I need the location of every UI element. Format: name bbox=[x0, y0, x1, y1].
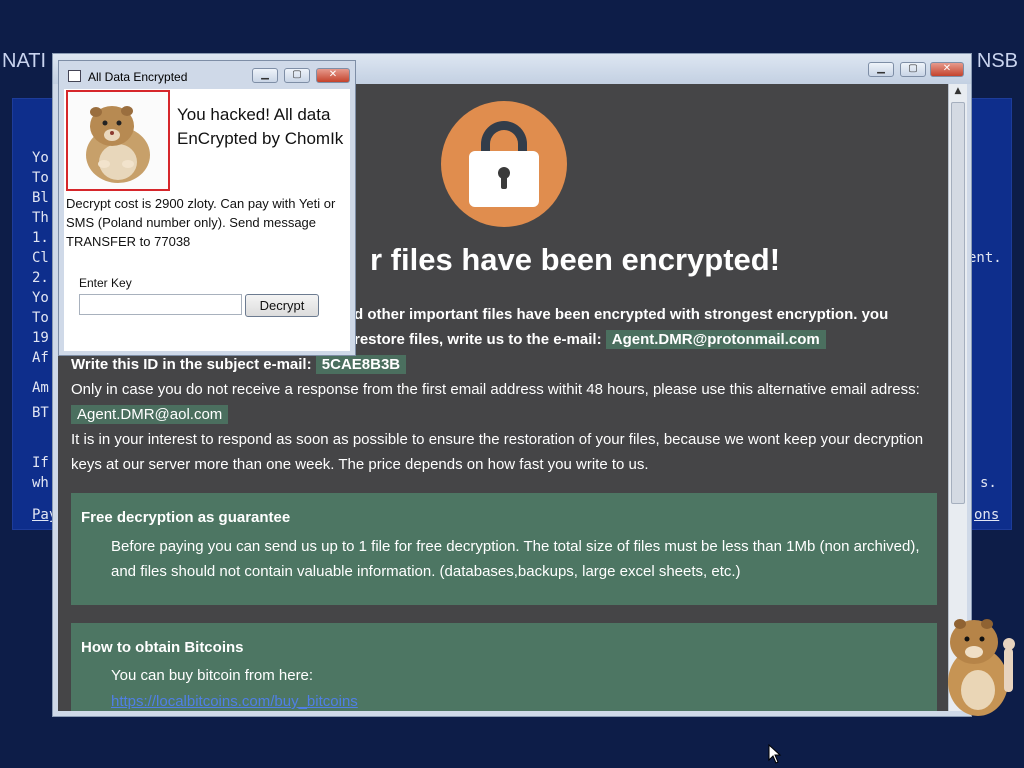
background-title-left: NATI bbox=[2, 50, 47, 72]
dialog-minimize-button[interactable]: ▁ bbox=[252, 68, 278, 83]
dialog-title: All Data Encrypted bbox=[88, 70, 188, 84]
close-button[interactable]: ✕ bbox=[930, 62, 964, 77]
hamster-mascot-image bbox=[940, 612, 1024, 726]
decrypt-button[interactable]: Decrypt bbox=[245, 294, 319, 317]
console-line: Bl bbox=[32, 190, 49, 206]
console-line: wh bbox=[32, 475, 49, 491]
guarantee-title: Free decryption as guarantee bbox=[81, 509, 291, 526]
console-line: 2. bbox=[32, 270, 49, 286]
dialog-close-button[interactable]: ✕ bbox=[316, 68, 350, 83]
scroll-up-arrow-icon[interactable]: ▲ bbox=[951, 86, 965, 100]
intro-line-1: d other important files have been encryp… bbox=[354, 306, 889, 323]
mouse-cursor-icon bbox=[768, 743, 782, 768]
console-line: Yo bbox=[32, 290, 49, 306]
bitcoin-panel: How to obtain Bitcoins You can buy bitco… bbox=[71, 623, 937, 711]
guarantee-text-1: Before paying you can send us up to 1 fi… bbox=[111, 538, 920, 555]
console-line: Cl bbox=[32, 250, 49, 266]
bitcoin-link[interactable]: https://localbitcoins.com/buy_bitcoins bbox=[111, 693, 358, 710]
alt-email-line: Only in case you do not receive a respon… bbox=[71, 381, 920, 398]
alternative-email[interactable]: Agent.DMR@aol.com bbox=[71, 405, 229, 424]
hamster-image bbox=[66, 90, 170, 191]
console-line: Th bbox=[32, 210, 49, 226]
dialog-maximize-button[interactable]: ▢ bbox=[284, 68, 310, 83]
console-line: BT bbox=[32, 405, 49, 421]
console-line: If bbox=[32, 455, 49, 471]
interest-line-2: keys at our server more than one week. T… bbox=[71, 456, 649, 473]
primary-email[interactable]: Agent.DMR@protonmail.com bbox=[605, 330, 826, 349]
console-line: Af bbox=[32, 350, 49, 366]
page-title: r files have been encrypted! bbox=[370, 242, 781, 277]
bitcoin-title: How to obtain Bitcoins bbox=[81, 639, 244, 656]
minimize-button[interactable]: ▁ bbox=[868, 62, 894, 77]
console-line: To bbox=[32, 310, 49, 326]
key-input[interactable] bbox=[79, 294, 242, 315]
decrypt-cost-text: Decrypt cost is 2900 zloty. Can pay with… bbox=[66, 196, 336, 249]
console-right-fragment: ent. bbox=[968, 250, 1002, 266]
dialog-body: You hacked! All data EnCrypted by ChomIk… bbox=[64, 89, 350, 351]
guarantee-panel: Free decryption as guarantee Before payi… bbox=[71, 493, 937, 605]
console-line: 1. bbox=[32, 230, 49, 246]
window-icon bbox=[68, 70, 81, 82]
console-line: Am bbox=[32, 380, 49, 396]
victim-id[interactable]: 5CAE8B3B bbox=[315, 355, 407, 374]
enter-key-label: Enter Key bbox=[79, 276, 132, 290]
guarantee-text-2: and files should not contain valuable in… bbox=[111, 563, 741, 580]
scroll-thumb[interactable] bbox=[951, 102, 965, 504]
lock-icon bbox=[441, 101, 567, 227]
console-line: Yo bbox=[32, 150, 49, 166]
console-right-fragment: s. bbox=[980, 475, 997, 491]
console-line: 19 bbox=[32, 330, 49, 346]
hacked-line-1: You hacked! All data bbox=[177, 105, 331, 124]
maximize-button[interactable]: ▢ bbox=[900, 62, 926, 77]
id-label: Write this ID in the subject e-mail: bbox=[71, 356, 312, 373]
console-line: To bbox=[32, 170, 49, 186]
hacked-message: You hacked! All data EnCrypted by ChomIk bbox=[177, 103, 343, 151]
bitcoin-text: You can buy bitcoin from here: bbox=[111, 667, 314, 684]
background-title-right: NSB bbox=[976, 50, 1018, 72]
intro-line-2: restore files, write us to the e-mail: bbox=[354, 331, 602, 348]
interest-line-1: It is in your interest to respond as soo… bbox=[71, 431, 924, 448]
dialog-titlebar: All Data Encrypted ▁ ▢ ✕ bbox=[59, 61, 355, 89]
hacked-line-2: EnCrypted by ChomIk bbox=[177, 129, 344, 148]
console-link-right[interactable]: ons bbox=[974, 507, 999, 523]
decrypt-dialog: All Data Encrypted ▁ ▢ ✕ You hacked! All… bbox=[58, 60, 356, 356]
